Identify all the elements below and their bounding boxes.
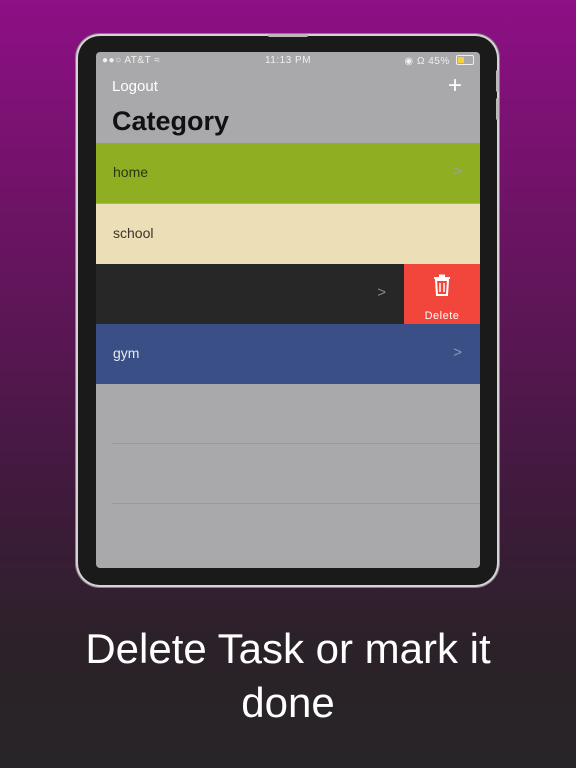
headphones-icon: Ω [416, 56, 425, 67]
location-icon: ◉ [404, 56, 414, 67]
category-label: home [113, 164, 149, 180]
app-screen: ●●○ AT&T ≈ 11:13 PM ◉ Ω 45% Logout + Cat… [96, 52, 480, 568]
trash-icon [434, 274, 450, 296]
status-bar: ●●○ AT&T ≈ 11:13 PM ◉ Ω 45% [96, 52, 480, 70]
volume-button-2 [496, 98, 499, 120]
caption-line-2: done [241, 679, 335, 726]
category-label: gym [113, 345, 140, 361]
chevron-right-icon: > [377, 284, 386, 301]
power-button [268, 34, 308, 37]
volume-button [496, 70, 499, 92]
category-row-home[interactable]: home > [96, 143, 480, 203]
battery-icon [456, 55, 474, 65]
page-title: Category [112, 106, 230, 136]
category-row-gym[interactable]: gym > [96, 324, 480, 384]
chevron-right-icon: > [453, 344, 462, 361]
category-label: school [113, 225, 154, 241]
row-divider [112, 443, 480, 444]
delete-button[interactable]: Delete [404, 264, 480, 324]
add-category-button[interactable]: + [448, 74, 462, 98]
delete-label: Delete [424, 310, 460, 322]
category-row-school[interactable]: school [96, 204, 480, 264]
battery-percent: 45% [428, 56, 450, 67]
logout-button[interactable]: Logout [112, 78, 158, 95]
category-row-swiped[interactable]: > Delete [96, 264, 480, 324]
row-divider [112, 503, 480, 504]
status-right: ◉ Ω 45% [404, 55, 474, 67]
caption-line-1: Delete Task or mark it [85, 625, 491, 672]
promo-caption: Delete Task or mark it done [0, 622, 576, 730]
chevron-right-icon: > [453, 163, 462, 180]
